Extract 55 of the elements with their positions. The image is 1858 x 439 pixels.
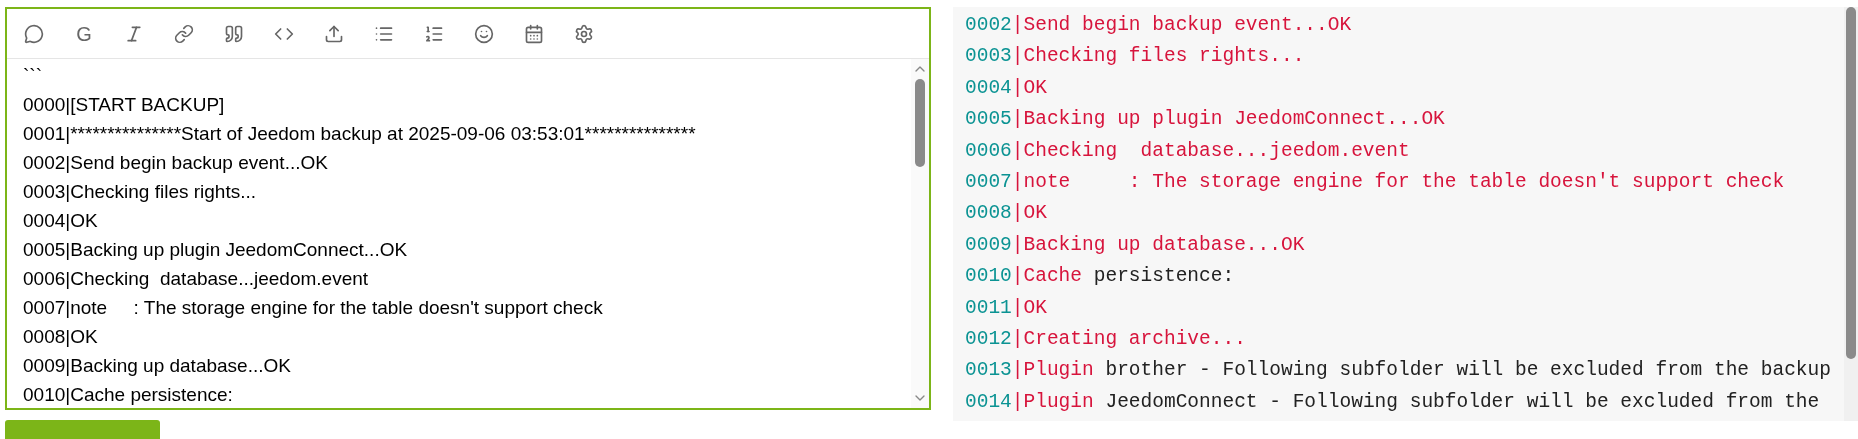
line-number: 0014 xyxy=(965,389,1012,415)
code-line: Backing up plugin JeedomConnect...OK xyxy=(1023,107,1445,133)
scrollbar-thumb[interactable] xyxy=(915,79,925,167)
code-line: Cache persistence: xyxy=(1023,264,1235,290)
line-number: 0005 xyxy=(965,107,1012,133)
line-separator: | xyxy=(1011,232,1024,258)
code-line: Backing up database...OK xyxy=(1023,232,1305,258)
comment-icon xyxy=(24,23,44,44)
code-line: OK xyxy=(1023,75,1047,101)
code-line: Checking files rights... xyxy=(1023,44,1305,70)
line-separator: | xyxy=(1011,389,1024,415)
line-number: 0007 xyxy=(965,170,1012,196)
line-separator: | xyxy=(1011,170,1024,196)
emoji-icon xyxy=(474,23,494,44)
line-number: 0004 xyxy=(965,75,1012,101)
line-number: 0011 xyxy=(965,295,1012,321)
code-line: OK xyxy=(1023,295,1047,321)
code-line: Checking database...jeedom.event xyxy=(1023,138,1410,164)
code-line: OK xyxy=(1023,201,1047,227)
link-icon xyxy=(174,23,194,44)
upload-icon xyxy=(324,23,344,44)
quote-icon xyxy=(224,23,244,44)
line-separator: | xyxy=(1011,138,1024,164)
line-separator: | xyxy=(1011,295,1024,321)
line-separator: | xyxy=(1011,75,1024,101)
line-number: 0002 xyxy=(965,13,1012,38)
line-separator: | xyxy=(1011,264,1024,290)
line-number: 0006 xyxy=(965,138,1012,164)
line-number: 0009 xyxy=(965,232,1012,258)
settings-icon xyxy=(574,23,594,44)
editor-box[interactable] xyxy=(5,7,931,410)
line-number: 0003 xyxy=(965,44,1012,70)
line-separator: | xyxy=(1011,358,1024,384)
line-separator: | xyxy=(1011,44,1024,70)
code-line: Creating archive... xyxy=(1023,327,1246,353)
line-separator: | xyxy=(1011,201,1024,227)
line-number: 0013 xyxy=(965,358,1012,384)
scrollbar[interactable] xyxy=(911,59,929,408)
code-line: Plugin JeedomConnect - Following subfolder will be excluded from the xyxy=(1023,389,1820,415)
line-separator: | xyxy=(1011,327,1024,353)
g-button[interactable]: G xyxy=(65,14,103,53)
action-button[interactable] xyxy=(5,419,160,439)
editor-field[interactable]: ``` 0000|[START BACKUP] 0001|***************Start of Jeedom backup at 2025-09-06 03:53:01*************** 0002|Send begin backup event...OK 0003|Checking files rights... 0004|OK 0005|Backing up plugin JeedomConnect...OK 0006|Checking database...jeedom.event 0007|note : The storage engine for the table doesn't support check 0008|OK 0009|Backing up database...OK 0010|Cache persistence: xyxy=(7,59,911,408)
line-number: 0008 xyxy=(965,201,1012,227)
line-number: 0012 xyxy=(965,327,1012,353)
line-separator: | xyxy=(1011,13,1024,38)
line-separator: | xyxy=(1011,107,1024,133)
italic-icon xyxy=(124,23,144,44)
scrollbar-thumb[interactable] xyxy=(1846,7,1856,359)
scrollbar[interactable] xyxy=(1844,7,1858,421)
code-line: Send begin backup event...OK xyxy=(1023,13,1352,38)
code-line: note : The storage engine for the table doesn't support check xyxy=(1023,170,1785,196)
line-number: 0010 xyxy=(965,264,1012,290)
calendar-icon xyxy=(524,23,544,44)
code-line: Plugin brother - Following subfolder will be excluded from the backup xyxy=(1023,358,1831,384)
